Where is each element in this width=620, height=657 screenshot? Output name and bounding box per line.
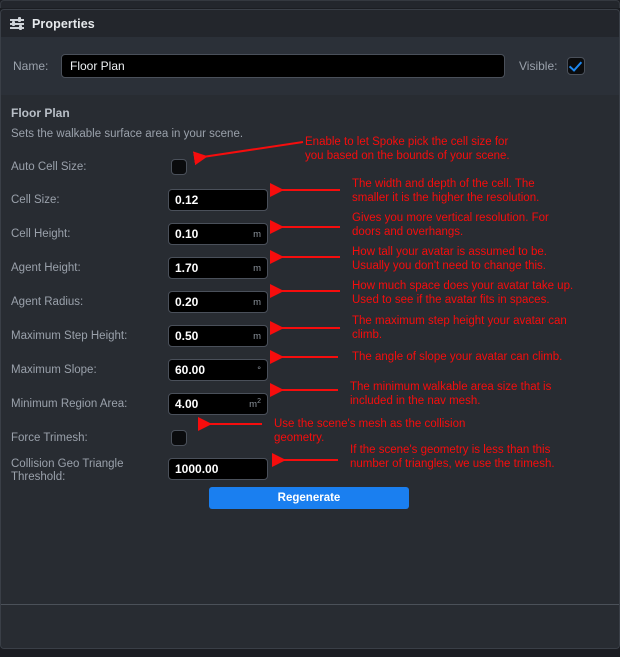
property-label: Auto Cell Size: xyxy=(11,161,161,174)
field-value: 0.10 xyxy=(175,227,198,241)
field-value: 0.12 xyxy=(175,193,198,207)
minimum-region-area-input[interactable]: 4.00 m2 xyxy=(168,393,268,415)
field-value: 4.00 xyxy=(175,397,198,411)
annotation-collision-geo-threshold: If the scene's geometry is less than thi… xyxy=(350,444,614,471)
field-value: 60.00 xyxy=(175,363,205,377)
agent-height-input[interactable]: 1.70 m xyxy=(168,257,268,279)
field-value: 0.50 xyxy=(175,329,198,343)
field-value: 1.70 xyxy=(175,261,198,275)
property-label: Maximum Step Height: xyxy=(11,330,161,343)
field-unit: m xyxy=(253,263,261,274)
annotation-maximum-slope: The angle of slope your avatar can climb… xyxy=(352,351,614,365)
field-unit: m xyxy=(253,331,261,342)
cell-height-input[interactable]: 0.10 m xyxy=(168,223,268,245)
cell-size-input[interactable]: 0.12 xyxy=(168,189,268,211)
property-label: Agent Height: xyxy=(11,262,161,275)
visible-checkbox[interactable] xyxy=(567,57,585,75)
annotation-cell-height: Gives you more vertical resolution. For … xyxy=(352,212,614,239)
auto-cell-size-checkbox[interactable] xyxy=(171,159,187,175)
section-title: Floor Plan xyxy=(11,106,70,120)
maximum-step-height-input[interactable]: 0.50 m xyxy=(168,325,268,347)
empty-area xyxy=(1,605,619,649)
field-value: 0.20 xyxy=(175,295,198,309)
property-label: Force Trimesh: xyxy=(11,432,161,445)
collision-geo-triangle-threshold-input[interactable]: 1000.00 xyxy=(168,458,268,480)
property-label: Agent Radius: xyxy=(11,296,161,309)
panel-header: Properties xyxy=(1,10,619,37)
property-label: Cell Size: xyxy=(11,194,161,207)
window-top-edge xyxy=(0,0,620,8)
annotation-force-trimesh: Use the scene's mesh as the collision ge… xyxy=(274,418,524,445)
name-row: Name: Visible: xyxy=(1,37,619,95)
name-label: Name: xyxy=(13,59,61,73)
section-description: Sets the walkable surface area in your s… xyxy=(11,128,243,140)
force-trimesh-checkbox[interactable] xyxy=(171,430,187,446)
property-label: Cell Height: xyxy=(11,228,161,241)
visible-label: Visible: xyxy=(519,59,557,73)
maximum-slope-input[interactable]: 60.00 ° xyxy=(168,359,268,381)
annotation-cell-size: The width and depth of the cell. The sma… xyxy=(352,178,614,205)
annotation-agent-height: How tall your avatar is assumed to be. U… xyxy=(352,246,614,273)
annotation-maximum-step-height: The maximum step height your avatar can … xyxy=(352,315,614,342)
regenerate-button[interactable]: Regenerate xyxy=(209,487,409,509)
field-unit: m xyxy=(253,297,261,308)
panel-title: Properties xyxy=(32,17,95,31)
agent-radius-input[interactable]: 0.20 m xyxy=(168,291,268,313)
field-unit: m xyxy=(253,229,261,240)
property-label: Maximum Slope: xyxy=(11,364,161,377)
annotation-auto-cell-size: Enable to let Spoke pick the cell size f… xyxy=(305,136,605,163)
name-input[interactable] xyxy=(61,54,505,78)
annotation-minimum-region-area: The minimum walkable area size that is i… xyxy=(350,381,612,408)
property-label: Minimum Region Area: xyxy=(11,398,161,411)
property-label: Collision Geo Triangle Threshold: xyxy=(11,458,161,484)
field-value: 1000.00 xyxy=(175,462,218,476)
annotation-agent-radius: How much space does your avatar take up.… xyxy=(352,280,620,307)
sliders-icon xyxy=(10,17,24,31)
field-unit: m2 xyxy=(249,398,261,410)
field-unit: ° xyxy=(257,365,261,376)
